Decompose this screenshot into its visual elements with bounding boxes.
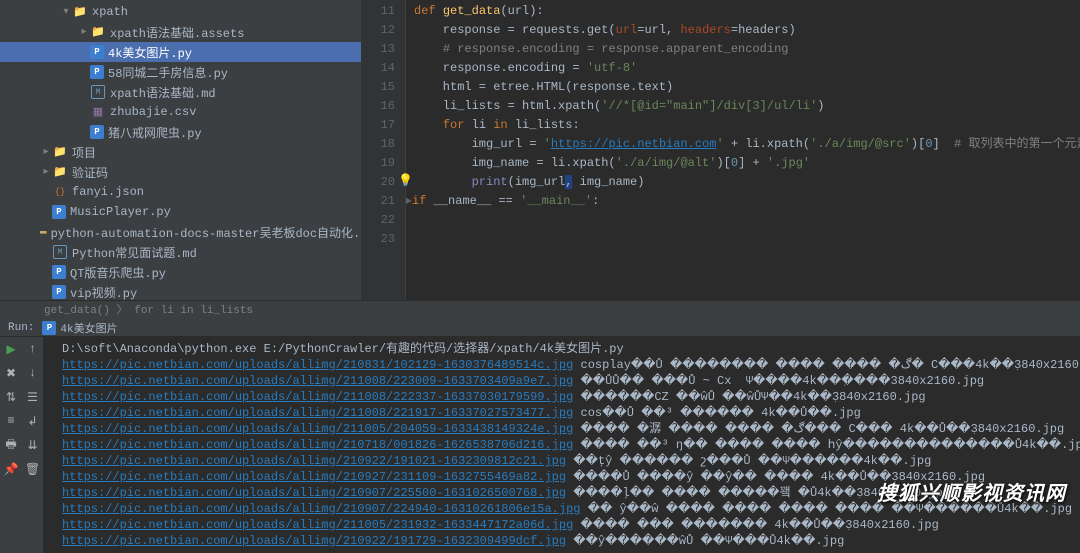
output-url[interactable]: https://pic.netbian.com/uploads/allimg/2…	[62, 454, 566, 468]
tree-item[interactable]: fanyi.json	[0, 182, 361, 202]
console-line: https://pic.netbian.com/uploads/allimg/2…	[62, 357, 1076, 373]
print-button[interactable]: 🖶	[3, 437, 19, 453]
tree-label: QT版音乐爬虫.py	[70, 264, 166, 281]
tree-item[interactable]: Python常见面试题.md	[0, 242, 361, 262]
layout-button[interactable]: ⇅	[3, 389, 19, 405]
tree-item[interactable]: 验证码	[0, 162, 361, 182]
file-icon	[52, 265, 66, 279]
tree-label: Python常见面试题.md	[72, 244, 197, 261]
file-icon	[90, 125, 104, 139]
tree-item[interactable]: MusicPlayer.py	[0, 202, 361, 222]
console-output[interactable]: D:\soft\Anaconda\python.exe E:/PythonCra…	[44, 337, 1080, 553]
tree-item[interactable]: zhubajie.csv	[0, 102, 361, 122]
tree-label: 猪八戒网爬虫.py	[108, 124, 202, 141]
console-command: D:\soft\Anaconda\python.exe E:/PythonCra…	[62, 341, 1076, 357]
python-icon	[42, 321, 56, 335]
rerun-button[interactable]: ▶	[3, 341, 19, 357]
tree-label: MusicPlayer.py	[70, 205, 171, 219]
run-label: Run:	[8, 322, 34, 334]
tree-label: fanyi.json	[72, 185, 144, 199]
output-url[interactable]: https://pic.netbian.com/uploads/allimg/2…	[62, 438, 573, 452]
filter-button[interactable]: ☰	[25, 389, 41, 405]
tree-label: vip视频.py	[70, 284, 137, 301]
tree-item[interactable]: 4k美女图片.py	[0, 42, 361, 62]
file-icon	[90, 104, 106, 120]
up-button[interactable]: ↑	[25, 341, 41, 357]
run-toolbar-left: ▶ ✖ ⇅ ≡ 🖶 📌	[0, 337, 22, 553]
output-url[interactable]: https://pic.netbian.com/uploads/allimg/2…	[62, 534, 566, 548]
tree-item[interactable]: 58同城二手房信息.py	[0, 62, 361, 82]
output-url[interactable]: https://pic.netbian.com/uploads/allimg/2…	[62, 406, 573, 420]
expand-arrow-icon[interactable]	[40, 166, 52, 178]
run-config-name[interactable]: 4k美女图片	[60, 320, 117, 336]
console-line: https://pic.netbian.com/uploads/allimg/2…	[62, 453, 1076, 469]
watermark: 搜狐兴顺影视资讯网	[877, 477, 1066, 507]
tree-label: python-automation-docs-master吴老板doc自动化.z…	[51, 224, 362, 241]
tree-item[interactable]: 项目	[0, 142, 361, 162]
tree-label: zhubajie.csv	[110, 105, 196, 119]
scroll-button[interactable]: ⇊	[25, 437, 41, 453]
file-icon	[52, 285, 66, 299]
expand-arrow-icon[interactable]	[60, 6, 72, 18]
line-gutter: 11121314151617181920212223	[362, 0, 406, 300]
down-button[interactable]: ↓	[25, 365, 41, 381]
output-url[interactable]: https://pic.netbian.com/uploads/allimg/2…	[62, 390, 573, 404]
expand-arrow-icon[interactable]	[78, 26, 90, 38]
output-url[interactable]: https://pic.netbian.com/uploads/allimg/2…	[62, 422, 573, 436]
tree-item[interactable]: xpath语法基础.md	[0, 82, 361, 102]
tree-label: 58同城二手房信息.py	[108, 64, 228, 81]
expand-arrow-icon[interactable]	[40, 146, 52, 158]
intention-bulb-icon[interactable]: 💡	[398, 173, 413, 188]
output-url[interactable]: https://pic.netbian.com/uploads/allimg/2…	[62, 374, 573, 388]
output-url[interactable]: https://pic.netbian.com/uploads/allimg/2…	[62, 486, 566, 500]
run-tab-bar: Run: 4k美女图片	[0, 320, 1080, 337]
file-icon	[52, 164, 68, 180]
tree-label: xpath	[92, 5, 128, 19]
wrap-button[interactable]: ≡	[3, 413, 19, 429]
file-icon	[90, 24, 106, 40]
output-url[interactable]: https://pic.netbian.com/uploads/allimg/2…	[62, 470, 566, 484]
tree-item[interactable]: vip视频.py	[0, 282, 361, 300]
tree-item[interactable]: 猪八戒网爬虫.py	[0, 122, 361, 142]
run-toolbar-right: ↑ ↓ ☰ ↲ ⇊ 🗑	[22, 337, 44, 553]
tree-label: 验证码	[72, 164, 108, 181]
console-line: https://pic.netbian.com/uploads/allimg/2…	[62, 437, 1076, 453]
tree-item[interactable]: xpath语法基础.assets	[0, 22, 361, 42]
output-url[interactable]: https://pic.netbian.com/uploads/allimg/2…	[62, 502, 580, 516]
console-line: https://pic.netbian.com/uploads/allimg/2…	[62, 373, 1076, 389]
stop-button[interactable]: ✖	[3, 365, 19, 381]
tree-item[interactable]: QT版音乐爬虫.py	[0, 262, 361, 282]
file-icon	[72, 4, 88, 20]
file-icon	[52, 205, 66, 219]
code-editor[interactable]: 11121314151617181920212223 def get_data(…	[362, 0, 1080, 300]
file-icon	[90, 84, 106, 100]
console-line: https://pic.netbian.com/uploads/allimg/2…	[62, 517, 1076, 533]
tree-label: 4k美女图片.py	[108, 44, 192, 61]
tree-label: 项目	[72, 144, 96, 161]
file-icon	[52, 144, 68, 160]
tree-label: xpath语法基础.assets	[110, 24, 244, 41]
pin-button[interactable]: 📌	[3, 461, 19, 477]
output-url[interactable]: https://pic.netbian.com/uploads/allimg/2…	[62, 518, 573, 532]
tree-label: xpath语法基础.md	[110, 84, 216, 101]
file-icon	[90, 65, 104, 79]
file-icon	[90, 45, 104, 59]
file-icon	[52, 184, 68, 200]
console-line: https://pic.netbian.com/uploads/allimg/2…	[62, 389, 1076, 405]
tree-item[interactable]: xpath	[0, 2, 361, 22]
file-icon	[52, 244, 68, 260]
breadcrumb[interactable]: get_data() 〉 for li in li_lists	[0, 300, 1080, 320]
console-line: https://pic.netbian.com/uploads/allimg/2…	[62, 421, 1076, 437]
trash-button[interactable]: 🗑	[25, 461, 41, 477]
project-tree[interactable]: xpath xpath语法基础.assets 4k美女图片.py 58同城二手房信息.…	[0, 0, 362, 300]
tree-item[interactable]: python-automation-docs-master吴老板doc自动化.z…	[0, 222, 361, 242]
file-icon	[40, 224, 47, 240]
output-url[interactable]: https://pic.netbian.com/uploads/allimg/2…	[62, 358, 573, 372]
code-area[interactable]: def get_data(url): response = requests.g…	[406, 0, 1080, 300]
console-line: https://pic.netbian.com/uploads/allimg/2…	[62, 405, 1076, 421]
soft-wrap-button[interactable]: ↲	[25, 413, 41, 429]
console-line: https://pic.netbian.com/uploads/allimg/2…	[62, 533, 1076, 549]
